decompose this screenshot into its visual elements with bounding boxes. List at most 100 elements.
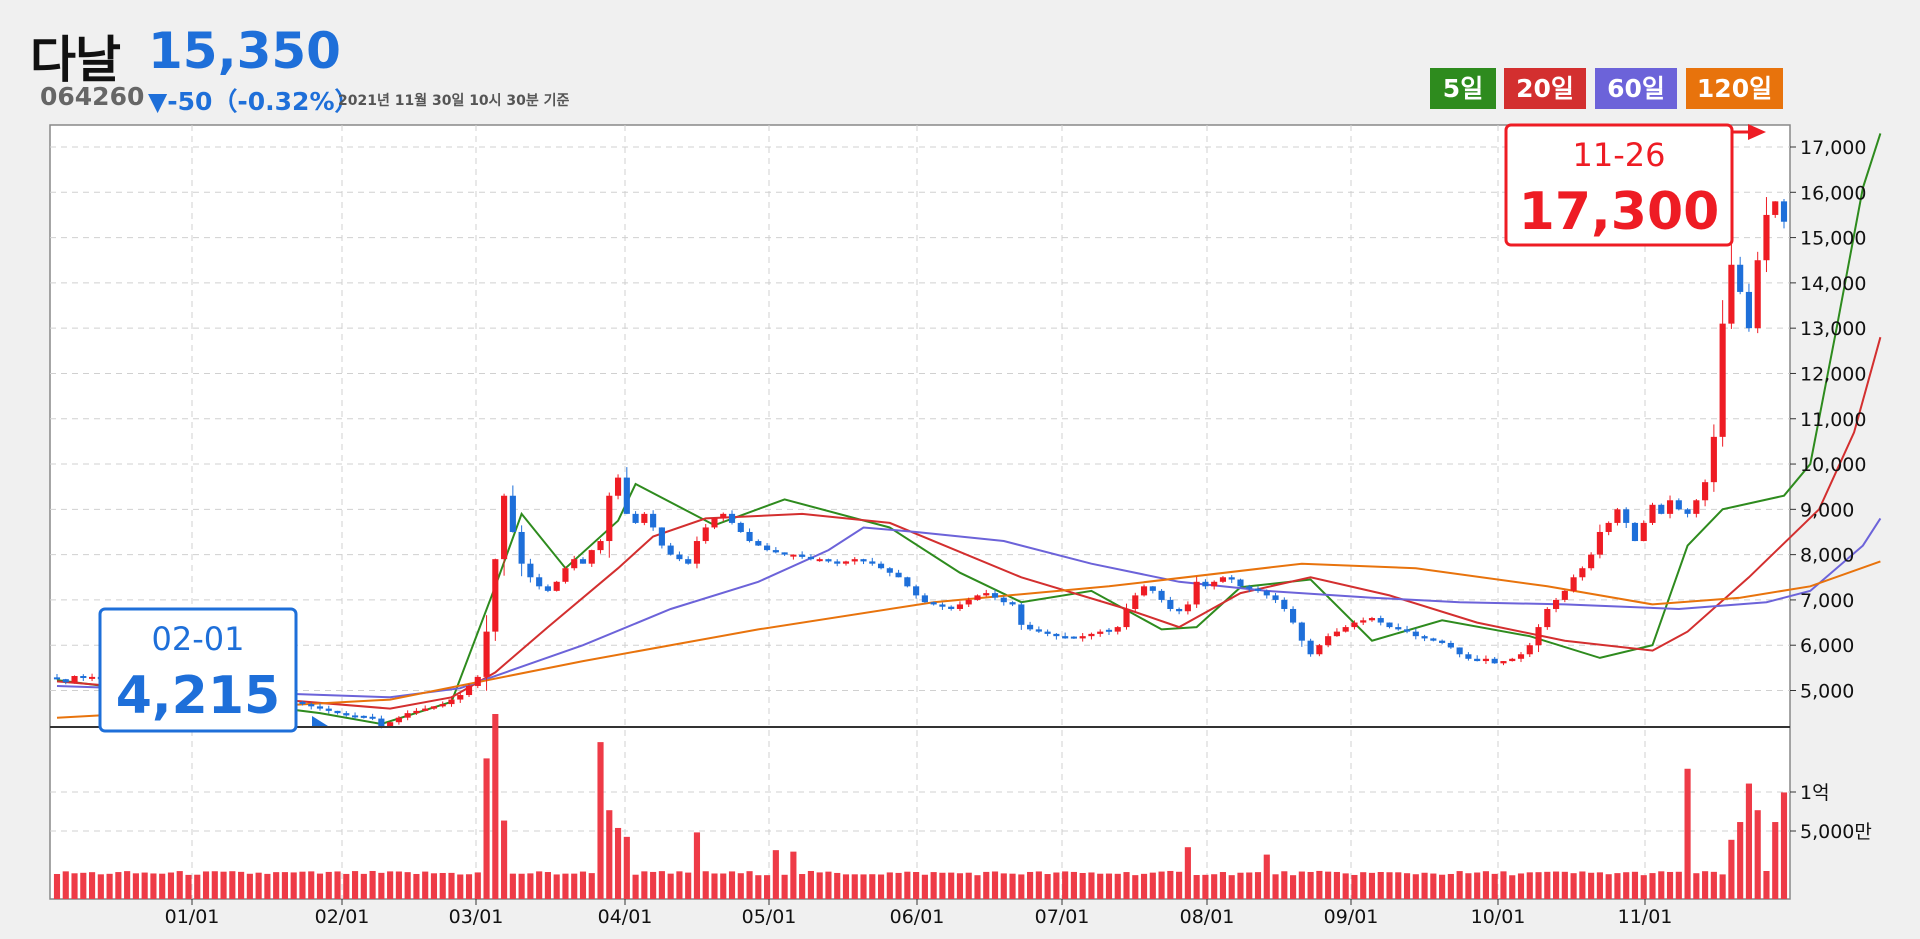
candle-body	[1640, 522, 1647, 542]
volume-bar	[1588, 872, 1595, 899]
price-tick-label: 12,000	[1800, 363, 1866, 385]
candle-body	[1088, 633, 1095, 637]
candle-body	[501, 495, 508, 560]
volume-bar	[439, 872, 446, 899]
candle-body	[1386, 622, 1393, 628]
volume-bar	[728, 871, 736, 899]
volume-bar	[553, 874, 560, 899]
candle-body	[869, 561, 876, 564]
volume-bar	[1456, 871, 1463, 899]
price-tick-label: 7,000	[1800, 590, 1854, 612]
candle-body	[1254, 588, 1262, 591]
volume-bar	[1009, 873, 1016, 899]
volume-bar	[1561, 871, 1568, 899]
volume-bar	[115, 872, 122, 899]
candle-body	[1596, 531, 1603, 555]
candle-body	[1553, 599, 1560, 609]
date-tick-label: 08/01	[1180, 906, 1235, 928]
candle-body	[764, 545, 771, 551]
candle-body	[360, 715, 367, 718]
volume-bar	[334, 871, 341, 899]
candle-body	[1754, 260, 1761, 329]
candle-body	[351, 715, 359, 718]
volume-bar	[658, 871, 665, 899]
candle-body	[1176, 608, 1183, 612]
volume-bar	[1658, 871, 1665, 899]
candle-body	[387, 722, 394, 727]
volume-bar	[1728, 839, 1735, 899]
volume-bar	[991, 871, 999, 899]
candle-body	[921, 595, 928, 603]
candle-body	[518, 531, 525, 564]
price-tick-label: 6,000	[1800, 635, 1854, 657]
volume-bar	[150, 873, 157, 899]
volume-bar	[1193, 875, 1200, 899]
candle-body	[974, 595, 981, 600]
price-tick-label: 9,000	[1800, 499, 1854, 521]
candle-body	[965, 599, 972, 605]
volume-bar	[413, 873, 420, 899]
candle-body	[904, 577, 911, 587]
candle-body	[807, 556, 814, 560]
candle-body	[1693, 500, 1700, 514]
high-callout-date: 11-26	[1573, 136, 1666, 174]
candle-body	[334, 710, 341, 714]
candle-body	[930, 602, 937, 605]
volume-bar	[1754, 810, 1761, 899]
candle-body	[1430, 638, 1437, 641]
candle-body	[860, 559, 867, 562]
volume-bar	[53, 873, 61, 899]
candle-body	[597, 541, 604, 551]
volume-bar	[737, 873, 744, 899]
candle-body	[886, 568, 893, 573]
volume-bar	[562, 873, 569, 899]
volume-bar	[194, 874, 201, 899]
volume-bar	[825, 871, 832, 899]
volume-bar	[1079, 872, 1086, 899]
volume-bar	[474, 872, 481, 899]
volume-bar	[369, 870, 376, 899]
volume-bar	[483, 758, 490, 899]
candle-body	[457, 695, 464, 700]
candle-body	[80, 676, 87, 679]
candle-body	[1658, 504, 1665, 514]
candle-body	[834, 561, 841, 564]
candle-body	[895, 572, 902, 578]
volume-bar	[1263, 854, 1270, 899]
candle-body	[1193, 581, 1200, 605]
volume-bar	[676, 871, 683, 899]
candle-body	[746, 531, 753, 542]
volume-bar	[632, 874, 639, 899]
candle-body	[316, 706, 324, 709]
candle-body	[1219, 577, 1227, 582]
candle-body	[702, 527, 709, 542]
volume-bar	[1395, 872, 1402, 899]
candle-body	[1421, 636, 1428, 639]
date-tick-label: 01/01	[165, 906, 220, 928]
candle-body	[1439, 640, 1446, 643]
volume-bar	[211, 871, 218, 899]
candle-body	[1140, 586, 1148, 596]
candle-body	[1368, 618, 1376, 621]
stock-chart[interactable]: 5,000 6,000 7,000 8,000 9,000 10,000 11,000 12,…	[0, 0, 1920, 939]
price-axis: 5,000 6,000 7,000 8,000 9,000 10,000 11,000 12,…	[1790, 137, 1866, 703]
volume-bar	[685, 872, 692, 899]
volume-bar	[62, 871, 69, 899]
candle-body	[816, 559, 823, 562]
candle-body	[1614, 509, 1621, 523]
volume-bar	[299, 871, 306, 899]
volume-bar	[1219, 872, 1227, 899]
volume-bar	[1403, 873, 1411, 899]
volume-bar	[1105, 873, 1113, 899]
volume-bar	[606, 810, 613, 899]
volume-bar	[378, 872, 385, 899]
volume-bar	[869, 874, 876, 899]
volume-bar	[623, 836, 630, 899]
volume-bar	[1509, 875, 1516, 899]
price-tick-label: 11,000	[1800, 409, 1866, 431]
volume-bar	[351, 871, 359, 899]
volume-bar	[1360, 872, 1367, 899]
candle-body	[430, 706, 438, 709]
volume-bar	[1649, 873, 1656, 899]
volume-bar	[764, 875, 771, 899]
